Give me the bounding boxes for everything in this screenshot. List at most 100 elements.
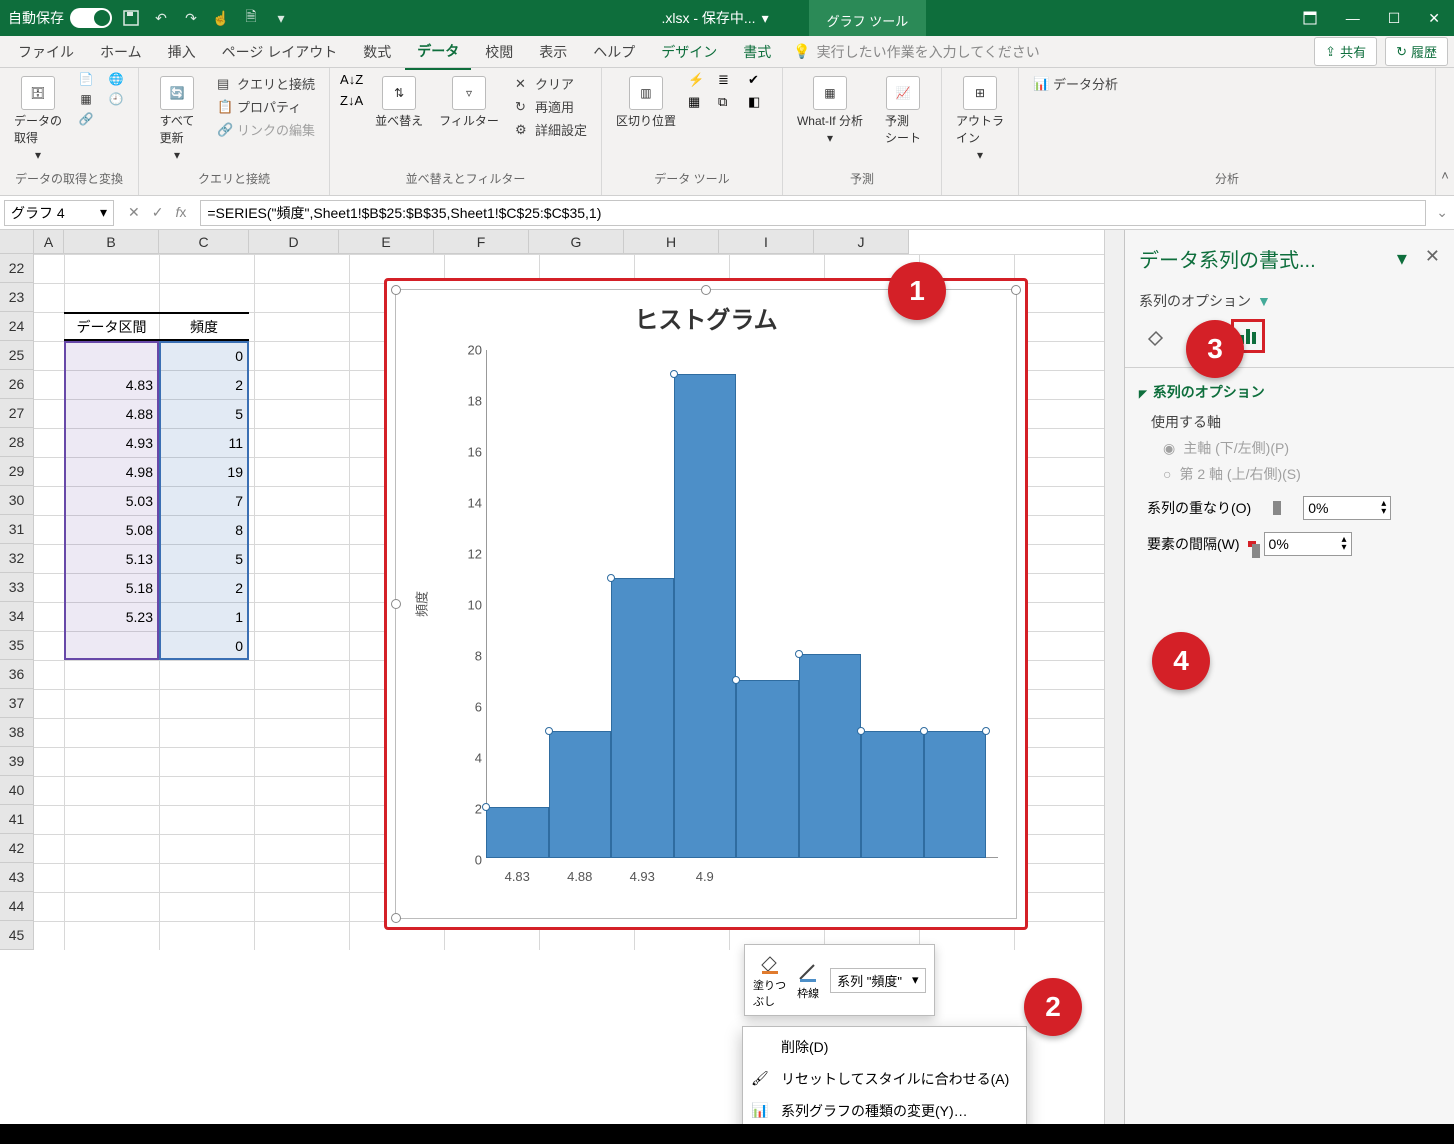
row-header[interactable]: 26	[0, 370, 34, 399]
row-header[interactable]: 34	[0, 602, 34, 631]
cell[interactable]: 0	[159, 341, 249, 370]
data-analysis[interactable]: 📊データ分析	[1029, 72, 1122, 95]
row-header[interactable]: 24	[0, 312, 34, 341]
advanced-filter[interactable]: ⚙詳細設定	[511, 118, 591, 141]
tell-me[interactable]: 💡 実行したい作業を入力してください	[785, 42, 1306, 62]
row-header[interactable]: 37	[0, 689, 34, 718]
preview-icon[interactable]: 🗎	[240, 7, 262, 29]
outline-button[interactable]: ⊞アウトラ イン▾	[952, 72, 1008, 166]
chart-bar[interactable]	[486, 807, 549, 858]
tab-file[interactable]: ファイル	[6, 35, 86, 69]
data-model-icon[interactable]: ◧	[748, 94, 772, 110]
row-header[interactable]: 44	[0, 892, 34, 921]
row-header[interactable]: 36	[0, 660, 34, 689]
fill-line-tab[interactable]	[1139, 319, 1173, 353]
tab-layout[interactable]: ページ レイアウト	[210, 35, 350, 69]
cell[interactable]: 5.13	[64, 544, 159, 573]
cell[interactable]: 5.18	[64, 573, 159, 602]
chart-bar[interactable]	[674, 374, 737, 859]
undo-icon[interactable]: ↶	[150, 7, 172, 29]
row-header[interactable]: 45	[0, 921, 34, 950]
chart-bar[interactable]	[924, 731, 987, 859]
chevron-down-icon[interactable]: ▾	[100, 204, 107, 221]
cell[interactable]: 5.08	[64, 515, 159, 544]
expand-formula-icon[interactable]: ⌄	[1430, 204, 1454, 221]
filter-button[interactable]: ▿フィルター	[435, 72, 503, 133]
cell[interactable]: 11	[159, 428, 249, 457]
share-button[interactable]: ⇪共有	[1314, 37, 1377, 66]
minimize-icon[interactable]: —	[1346, 10, 1360, 26]
ribbon-options-icon[interactable]	[1302, 10, 1318, 26]
ctx-change-chart-type[interactable]: 📊系列グラフの種類の変更(Y)…	[743, 1095, 1026, 1124]
from-text-icon[interactable]: 📄	[74, 72, 98, 86]
tab-design[interactable]: デザイン	[649, 35, 729, 69]
redo-icon[interactable]: ↷	[180, 7, 202, 29]
col-header[interactable]: E	[339, 230, 434, 254]
sort-az-icon[interactable]: A↓Z	[340, 72, 363, 87]
refresh-all-button[interactable]: 🔄すべて 更新▾	[149, 72, 205, 166]
tab-insert[interactable]: 挿入	[156, 35, 208, 69]
row-header[interactable]: 35	[0, 631, 34, 660]
row-header[interactable]: 31	[0, 515, 34, 544]
tab-data[interactable]: データ	[405, 34, 471, 70]
history-button[interactable]: ↻履歴	[1385, 37, 1448, 66]
sort-button[interactable]: ⇅並べ替え	[371, 72, 427, 133]
row-header[interactable]: 28	[0, 428, 34, 457]
col-header[interactable]: G	[529, 230, 624, 254]
queries-connections[interactable]: ▤クエリと接続	[213, 72, 319, 95]
cell[interactable]: 4.88	[64, 399, 159, 428]
from-web-icon[interactable]: 🌐	[104, 72, 128, 86]
cell[interactable]: 7	[159, 486, 249, 515]
chart-bar[interactable]	[611, 578, 674, 859]
pane-close-icon[interactable]: ✕	[1425, 246, 1440, 271]
get-data-button[interactable]: 🗄データの 取得▾	[10, 72, 66, 166]
cell[interactable]: 0	[159, 631, 249, 660]
row-header[interactable]: 23	[0, 283, 34, 312]
col-header[interactable]: C	[159, 230, 249, 254]
recent-icon[interactable]: 🕘	[104, 92, 128, 106]
row-header[interactable]: 33	[0, 573, 34, 602]
reapply-filter[interactable]: ↻再適用	[511, 95, 591, 118]
chart-bar[interactable]	[549, 731, 612, 859]
sort-za-icon[interactable]: Z↓A	[340, 93, 363, 108]
text-to-columns-button[interactable]: ▥区切り位置	[612, 72, 680, 133]
row-header[interactable]: 29	[0, 457, 34, 486]
col-header[interactable]: I	[719, 230, 814, 254]
name-box[interactable]: グラフ 4▾	[4, 200, 114, 226]
pane-menu-icon[interactable]: ▾	[1397, 246, 1407, 271]
save-icon[interactable]	[120, 7, 142, 29]
gap-input[interactable]: 0%▴▾	[1264, 532, 1352, 556]
col-header[interactable]: D	[249, 230, 339, 254]
clear-filter[interactable]: ✕クリア	[511, 72, 591, 95]
spreadsheet-grid[interactable]: ABCDEFGHIJ 22232425262728293031323334353…	[0, 230, 1104, 1124]
whatif-button[interactable]: ▦What-If 分析▾	[793, 72, 867, 149]
chart-bar[interactable]	[736, 680, 799, 859]
col-header[interactable]: H	[624, 230, 719, 254]
row-header[interactable]: 40	[0, 776, 34, 805]
pane-subheader[interactable]: 系列のオプション▼	[1139, 291, 1440, 311]
row-header[interactable]: 43	[0, 863, 34, 892]
cell[interactable]: 5	[159, 544, 249, 573]
forecast-button[interactable]: 📈予測 シート	[875, 72, 931, 150]
cell[interactable]: 2	[159, 370, 249, 399]
row-header[interactable]: 38	[0, 718, 34, 747]
autosave-toggle[interactable]: 自動保存	[8, 8, 112, 28]
tab-home[interactable]: ホーム	[88, 35, 154, 69]
row-header[interactable]: 30	[0, 486, 34, 515]
chart-bar[interactable]	[799, 654, 862, 858]
cell[interactable]: 8	[159, 515, 249, 544]
relationships-icon[interactable]: ⧉	[718, 94, 742, 110]
fill-button[interactable]: 塗りつ ぶし	[753, 951, 786, 1009]
data-val-icon[interactable]: ✔	[748, 72, 772, 88]
outline-button[interactable]: 枠線	[796, 959, 820, 1001]
close-icon[interactable]: ✕	[1428, 10, 1440, 27]
enter-formula-icon[interactable]: ✓	[152, 204, 164, 221]
col-header[interactable]: F	[434, 230, 529, 254]
section-series-options[interactable]: 系列のオプション	[1139, 382, 1440, 402]
row-header[interactable]: 39	[0, 747, 34, 776]
row-header[interactable]: 42	[0, 834, 34, 863]
ctx-delete[interactable]: 削除(D)	[743, 1031, 1026, 1063]
collapse-ribbon-icon[interactable]: ˄	[1436, 68, 1454, 195]
row-header[interactable]: 27	[0, 399, 34, 428]
cell[interactable]: 4.98	[64, 457, 159, 486]
